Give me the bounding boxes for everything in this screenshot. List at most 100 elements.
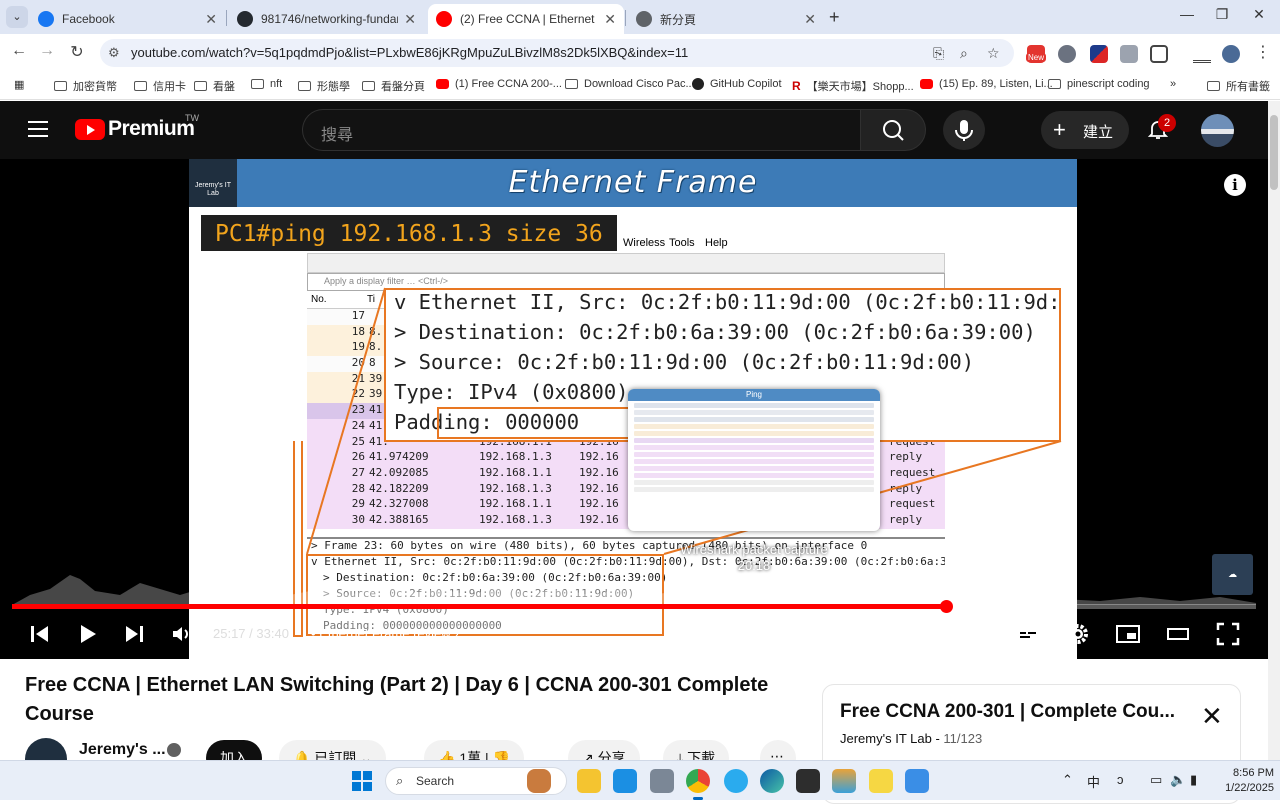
extension-icon[interactable] bbox=[1090, 45, 1108, 63]
browser-tab[interactable]: Facebook ✕ bbox=[30, 4, 225, 34]
install-app-icon[interactable]: ⎘ bbox=[933, 45, 944, 62]
theater-mode-button[interactable] bbox=[1166, 622, 1190, 648]
ime-mode-icon[interactable]: ↄ bbox=[1117, 772, 1124, 787]
battery-icon[interactable]: ▮ bbox=[1190, 772, 1197, 788]
taskbar-widget-icon[interactable] bbox=[527, 769, 551, 793]
bookmark-item[interactable]: nft bbox=[251, 78, 282, 90]
network-icon[interactable]: ▭ bbox=[1150, 772, 1162, 788]
app-icon[interactable] bbox=[905, 769, 929, 793]
file-explorer-icon[interactable] bbox=[577, 769, 601, 793]
forward-button[interactable]: → bbox=[36, 42, 58, 60]
edge-icon[interactable] bbox=[760, 769, 784, 793]
taskbar-clock[interactable]: 8:56 PM 1/22/2025 bbox=[1214, 766, 1274, 796]
playlist-owner[interactable]: Jeremy's IT Lab bbox=[840, 731, 932, 746]
close-window-button[interactable]: ✕ bbox=[1244, 6, 1274, 23]
account-avatar[interactable] bbox=[1201, 114, 1234, 147]
seek-preview-label: Wireshark packet capture 20:18 bbox=[628, 542, 880, 574]
app-icon[interactable] bbox=[832, 769, 856, 793]
close-tab-icon[interactable]: ✕ bbox=[404, 11, 416, 28]
guide-menu-icon[interactable] bbox=[28, 121, 48, 142]
all-bookmarks-folder[interactable]: 所有書籤 bbox=[1207, 78, 1270, 94]
close-tab-icon[interactable]: ✕ bbox=[804, 11, 816, 28]
miniplayer-button[interactable] bbox=[1115, 622, 1141, 648]
restore-button[interactable]: ❐ bbox=[1207, 6, 1237, 23]
input-method-indicator[interactable]: 中 bbox=[1087, 772, 1100, 791]
bookmark-item[interactable]: Download Cisco Pac... bbox=[565, 78, 695, 90]
voice-search-button[interactable] bbox=[943, 110, 985, 150]
gear-icon bbox=[1068, 624, 1088, 644]
browser-tab[interactable]: (2) Free CCNA | Ethernet LAN S ✕ bbox=[428, 4, 624, 34]
progress-played bbox=[12, 604, 946, 609]
terminal-icon[interactable] bbox=[796, 769, 820, 793]
close-tab-icon[interactable]: ✕ bbox=[604, 11, 616, 28]
bookmark-item[interactable]: (15) Ep. 89, Listen, Li... bbox=[920, 78, 1053, 90]
play-button[interactable] bbox=[76, 622, 100, 648]
search-button[interactable] bbox=[860, 109, 926, 151]
address-bar[interactable]: ⚙ youtube.com/watch?v=5q1pqdmdPjo&list=P… bbox=[100, 39, 1014, 67]
profile-avatar[interactable] bbox=[1222, 45, 1240, 63]
info-icon[interactable]: i bbox=[1224, 174, 1246, 196]
playlist-title[interactable]: Free CCNA 200-301 | Complete Cou... bbox=[840, 701, 1185, 723]
bookmark-item[interactable]: 看盤 bbox=[194, 78, 235, 94]
mute-button[interactable] bbox=[170, 622, 194, 648]
bookmark-label: 【樂天市場】Shopp... bbox=[806, 81, 914, 93]
playlist-position: 11/123 bbox=[943, 731, 983, 746]
new-tab-button[interactable]: + bbox=[829, 7, 840, 28]
zoom-icon[interactable]: ⌕ bbox=[960, 45, 968, 62]
captions-icon bbox=[1017, 627, 1039, 641]
subtitles-button[interactable] bbox=[1015, 622, 1041, 648]
app-icon[interactable] bbox=[650, 769, 674, 793]
youtube-logo-icon[interactable] bbox=[75, 119, 105, 140]
close-playlist-icon[interactable]: ✕ bbox=[1201, 703, 1223, 729]
previous-video-button[interactable] bbox=[28, 622, 52, 648]
telegram-icon[interactable] bbox=[724, 769, 748, 793]
page-scrollbar[interactable] bbox=[1268, 101, 1280, 760]
bookmark-item[interactable]: GitHub Copilot bbox=[692, 78, 782, 90]
tab-search-button[interactable]: ⌄ bbox=[6, 6, 28, 28]
media-controls-icon[interactable] bbox=[1193, 45, 1211, 63]
apps-grid-icon[interactable]: ▦ bbox=[14, 78, 24, 91]
bookmark-item[interactable]: 加密貨幣 bbox=[54, 78, 117, 94]
progress-scrubber[interactable] bbox=[940, 600, 953, 613]
video-player[interactable]: Ethernet Frame Jeremy's IT Lab PC1#ping … bbox=[0, 159, 1268, 659]
search-input[interactable]: 搜尋 bbox=[302, 109, 860, 151]
bookmark-item[interactable]: 信用卡 bbox=[134, 78, 186, 94]
extension-icon[interactable] bbox=[1058, 45, 1076, 63]
chapter-title-button[interactable]: • Ethernet Frame review › bbox=[311, 626, 459, 641]
extension-icon[interactable] bbox=[1120, 45, 1138, 63]
bookmark-item[interactable]: 形態學 bbox=[298, 78, 350, 94]
browser-tab[interactable]: 新分頁 ✕ bbox=[628, 4, 824, 34]
minimize-button[interactable]: — bbox=[1172, 6, 1202, 22]
create-button[interactable]: + 建立 bbox=[1041, 111, 1129, 149]
app-icon[interactable] bbox=[613, 769, 637, 793]
settings-button[interactable] bbox=[1066, 622, 1090, 648]
folder-icon bbox=[1207, 81, 1220, 91]
youtube-premium-wordmark[interactable]: Premium bbox=[108, 117, 195, 141]
browser-tab[interactable]: 981746/networking-fundament ✕ bbox=[229, 4, 424, 34]
channel-watermark[interactable]: ☁ bbox=[1212, 554, 1253, 595]
reload-button[interactable]: ↻ bbox=[66, 42, 88, 62]
app-icon[interactable] bbox=[869, 769, 893, 793]
notification-count-badge: 2 bbox=[1158, 114, 1176, 132]
chrome-taskbar-icon[interactable] bbox=[686, 769, 710, 793]
close-tab-icon[interactable]: ✕ bbox=[205, 11, 217, 28]
next-video-button[interactable] bbox=[122, 622, 146, 648]
bookmark-item[interactable]: (1) Free CCNA 200-... bbox=[436, 78, 562, 90]
bookmark-label: 信用卡 bbox=[153, 81, 186, 93]
folder-icon bbox=[194, 81, 207, 91]
bookmark-item[interactable]: 看盤分頁 bbox=[362, 78, 425, 94]
extensions-puzzle-icon[interactable] bbox=[1150, 45, 1168, 63]
chrome-menu-icon[interactable]: ⋮ bbox=[1252, 42, 1274, 62]
bookmark-star-icon[interactable]: ☆ bbox=[987, 45, 1000, 62]
bookmark-item[interactable]: pinescript coding bbox=[1048, 78, 1150, 90]
fullscreen-button[interactable] bbox=[1216, 622, 1240, 648]
start-button[interactable] bbox=[352, 771, 372, 791]
show-hidden-icons-icon[interactable]: ⌃ bbox=[1062, 772, 1073, 788]
more-bookmarks-icon[interactable]: » bbox=[1170, 78, 1176, 90]
volume-icon[interactable]: 🔈 bbox=[1170, 772, 1186, 788]
back-button[interactable]: ← bbox=[8, 42, 30, 60]
site-info-icon[interactable]: ⚙ bbox=[108, 45, 120, 61]
scrollbar-thumb[interactable] bbox=[1270, 115, 1278, 190]
bookmark-item[interactable]: R 【樂天市場】Shopp... bbox=[792, 78, 914, 94]
channel-name[interactable]: Jeremy's ... bbox=[79, 741, 166, 759]
